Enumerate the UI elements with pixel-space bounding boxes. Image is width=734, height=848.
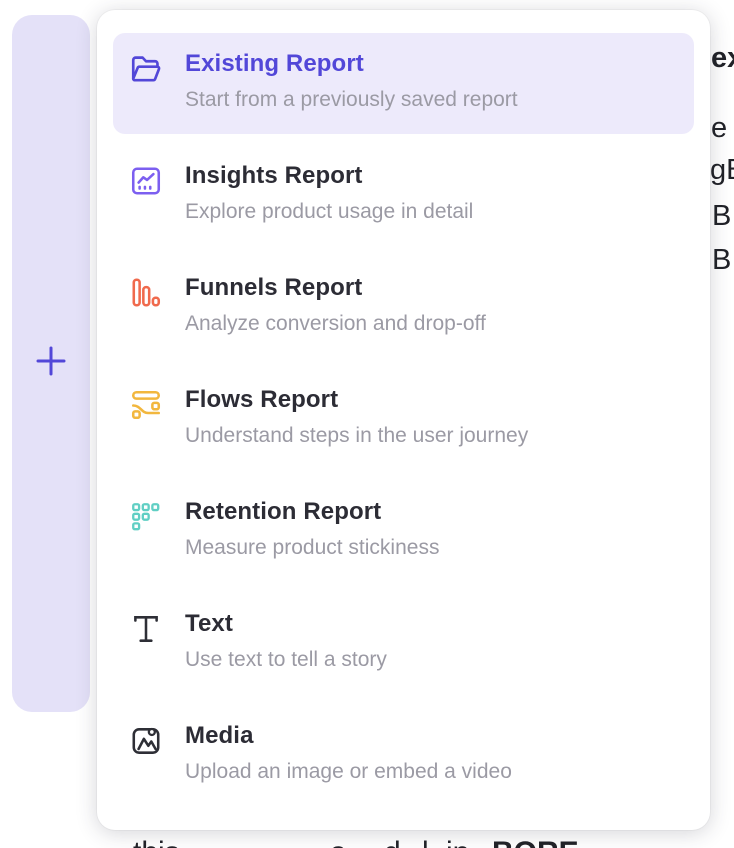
menu-item-description: Analyze conversion and drop-off — [185, 312, 678, 336]
background-text-fragment: d — [384, 836, 401, 848]
menu-item-description: Upload an image or embed a video — [185, 760, 678, 784]
background-text-fragment: B — [712, 200, 731, 233]
flows-icon — [129, 388, 163, 422]
board-add-report-overlay: ex e gB B B this a d l in BORE Existi — [0, 0, 734, 848]
add-report-menu: Existing Report Start from a previously … — [97, 10, 710, 830]
background-text-fragment: B — [712, 244, 731, 277]
menu-item-description: Understand steps in the user journey — [185, 424, 678, 448]
background-text-fragment: in — [446, 836, 469, 848]
funnel-bars-icon — [129, 276, 163, 310]
retention-grid-icon — [129, 500, 163, 534]
plus-icon[interactable] — [35, 345, 67, 382]
menu-item-description: Start from a previously saved report — [185, 88, 678, 112]
background-text-fragment: l — [422, 836, 429, 848]
menu-item-title: Text — [185, 610, 678, 638]
background-text-fragment: e — [711, 112, 727, 145]
menu-item-title: Funnels Report — [185, 274, 678, 302]
menu-item-title: Insights Report — [185, 162, 678, 190]
menu-item-title: Media — [185, 722, 678, 750]
background-text-fragment: a — [330, 836, 347, 848]
text-icon — [129, 612, 163, 646]
menu-item-description: Measure product stickiness — [185, 536, 678, 560]
menu-item-funnels-report[interactable]: Funnels Report Analyze conversion and dr… — [113, 257, 694, 358]
menu-item-retention-report[interactable]: Retention Report Measure product stickin… — [113, 481, 694, 582]
menu-item-title: Existing Report — [185, 50, 678, 78]
menu-item-description: Use text to tell a story — [185, 648, 678, 672]
menu-item-description: Explore product usage in detail — [185, 200, 678, 224]
folder-open-icon — [129, 52, 163, 86]
background-text-fragment: this — [133, 836, 180, 848]
menu-item-title: Flows Report — [185, 386, 678, 414]
menu-item-title: Retention Report — [185, 498, 678, 526]
insights-chart-icon — [129, 164, 163, 198]
background-text-fragment: gB — [710, 154, 734, 187]
background-text-fragment: ex — [711, 42, 734, 75]
menu-item-flows-report[interactable]: Flows Report Understand steps in the use… — [113, 369, 694, 470]
menu-item-text[interactable]: Text Use text to tell a story — [113, 593, 694, 694]
menu-item-media[interactable]: Media Upload an image or embed a video — [113, 705, 694, 806]
menu-item-existing-report[interactable]: Existing Report Start from a previously … — [113, 33, 694, 134]
add-section-column[interactable] — [12, 15, 90, 712]
menu-item-insights-report[interactable]: Insights Report Explore product usage in… — [113, 145, 694, 246]
media-image-icon — [129, 724, 163, 758]
background-text-fragment: BORE — [492, 836, 579, 848]
